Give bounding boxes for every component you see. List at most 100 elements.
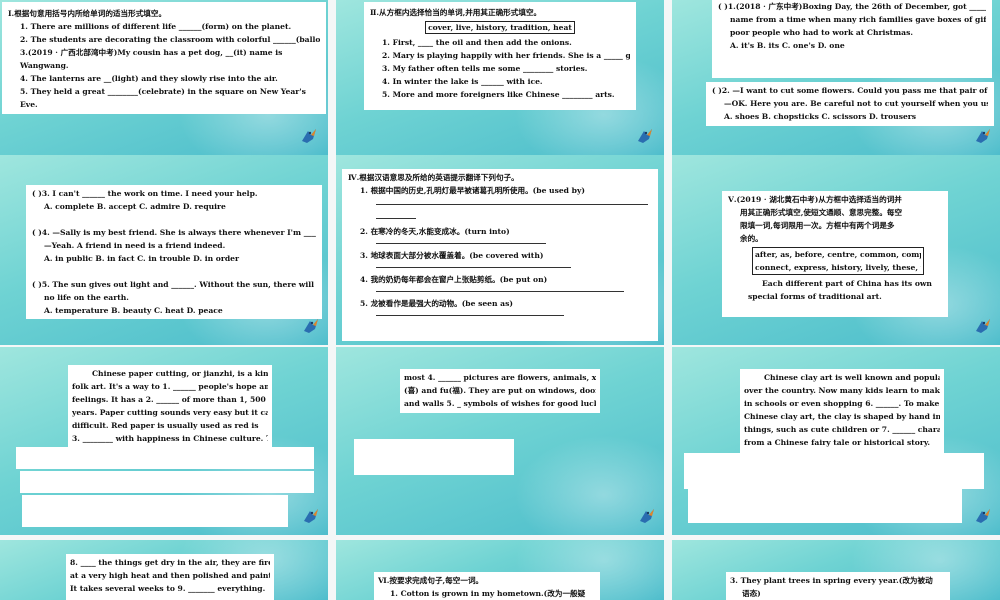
passage-line: special forms of traditional art. [748,292,882,301]
question-line: 3.(2019 · 广西北部湾中考)My cousin has a pet do… [20,48,283,57]
exercise-card: Ⅰ.根据句意用括号内所给单词的适当形式填空。 1. There are mill… [2,2,326,114]
bird-icon [972,315,994,337]
answer-options: A. complete B. accept C. admire D. requi… [44,202,226,211]
slide-7[interactable]: Chinese paper cutting, or jianzhi, is a … [0,347,328,535]
slide-5[interactable]: Ⅳ.根据汉语意思及所给的英语提示翻译下列句子。 1. 根据中国的历史,孔明灯最早… [336,155,664,345]
passage-line: (喜) and fu(福). They are put on windows, … [404,386,596,395]
slide-4[interactable]: ( )3. I can't ______ the work on time. I… [0,155,328,345]
bird-icon [300,505,322,527]
question-line: 1. Cotton is grown in my hometown.(改为一般疑 [390,589,586,598]
blank-area [16,447,314,469]
section-title: Ⅳ.根据汉语意思及所给的英语提示翻译下列句子。 [348,173,519,182]
question-line: —Yeah. A friend in need is a friend inde… [44,241,226,250]
blank-area [688,489,962,523]
word-box-line: after, as, before, centre, common, compl… [755,250,921,259]
question-line: 1. First, ____ the oil and then add the … [382,38,572,47]
blank-area [20,471,314,493]
passage-line: at a very high heat and then polished an… [70,571,270,580]
question-line: 1. 根据中国的历史,孔明灯最早被诸葛孔明所使用。(be used by) [360,186,585,195]
bird-icon [972,125,994,147]
passage-card: Chinese paper cutting, or jianzhi, is a … [68,365,272,449]
question-line: ( )2. —I want to cut some flowers. Could… [712,86,988,95]
exercise-card: ( )2. —I want to cut some flowers. Could… [706,82,994,126]
passage-line: Chinese clay art, the clay is shaped by … [744,412,940,421]
question-line: 2. Mary is playing happily with her frie… [382,51,630,60]
passage-line: Each different part of China has its own [762,279,932,288]
blank-area [684,453,984,489]
slide-10[interactable]: 8. ____ the things get dry in the air, t… [0,540,328,600]
word-box: cover, live, history, tradition, heat [425,21,575,34]
question-line: 4. In winter the lake is ______ with ice… [382,77,543,86]
section-title: Ⅱ.从方框内选择恰当的单词,并用其正确形式填空。 [370,8,542,17]
instruction-line: 余的。 [740,234,763,243]
question-line: ( )3. I can't ______ the work on time. I… [32,189,258,198]
answer-options: A. in public B. in fact C. in trouble D.… [44,254,239,263]
question-line: poor people who had to work at Christmas… [730,28,914,37]
passage-line: things, such as cute children or 7. ____… [744,425,940,434]
question-line: no life on the earth. [44,293,129,302]
passage-card: 8. ____ the things get dry in the air, t… [66,554,274,600]
passage-card: Chinese clay art is well known and popul… [740,369,944,453]
passage-line: It takes several weeks to 9. _______ eve… [70,584,266,593]
blank-area [712,50,992,78]
slide-6[interactable]: Ⅴ.(2019 · 湖北黄石中考)从方框中选择适当的词并 用其正确形式填空,使短… [672,155,1000,345]
slide-1[interactable]: Ⅰ.根据句意用括号内所给单词的适当形式填空。 1. There are mill… [0,0,328,155]
passage-line: over the country. Now many kids learn to… [744,386,940,395]
passage-line: folk art. It's a way to 1. ______ people… [72,382,268,391]
instruction-line: 限填一词,每词限用一次。方框中有两个词是多 [740,221,895,230]
question-line: —OK. Here you are. Be careful not to cut… [724,99,988,108]
slide-grid: Ⅰ.根据句意用括号内所给单词的适当形式填空。 1. There are mill… [0,0,1000,600]
instruction-line: 用其正确形式填空,使短文通顺、意思完整。每空 [740,208,903,217]
question-line: Eve. [20,100,38,109]
question-line: name from a time when many rich families… [730,15,986,24]
blank-area [354,439,514,475]
section-title: Ⅰ.根据句意用括号内所给单词的适当形式填空。 [8,9,167,18]
question-line: ( )4. —Sally is my best friend. She is a… [32,228,316,237]
bird-icon [636,505,658,527]
question-line: ( )1.(2018 · 广东中考)Boxing Day, the 26th o… [718,2,986,11]
word-box-line: connect, express, history, lively, these… [755,263,921,272]
question-line: 4. The lanterns are __(light) and they s… [20,74,278,83]
question-line: 5. 龙被看作是最强大的动物。(be seen as) [360,299,513,308]
passage-line: Chinese paper cutting, or jianzhi, is a … [92,369,268,378]
passage-line: in schools or even shopping 6. ______. T… [744,399,940,408]
passage-line: years. Paper cutting sounds very easy bu… [72,408,268,417]
question-line: 3. They plant trees in spring every year… [730,576,933,585]
question-line: ( )5. The sun gives out light and ______… [32,280,316,289]
bird-icon [972,505,994,527]
slide-12[interactable]: 3. They plant trees in spring every year… [672,540,1000,600]
question-line: 3. 地球表面大部分被水覆盖着。(be covered with) [360,251,544,260]
passage-line: from a Chinese fairy tale or historical … [744,438,930,447]
exercise-card: Ⅵ.按要求完成句子,每空一词。 1. Cotton is grown in my… [374,572,600,600]
blank-area [22,495,288,527]
bird-icon [300,315,322,337]
exercise-card: ( )1.(2018 · 广东中考)Boxing Day, the 26th o… [712,0,992,50]
bird-icon [298,125,320,147]
question-line: 5. More and more foreigners like Chinese… [382,90,615,99]
question-line: 5. They held a great ________(celebrate)… [20,87,306,96]
passage-line: and walls 5. _ symbols of wishes for goo… [404,399,596,408]
exercise-card: Ⅴ.(2019 · 湖北黄石中考)从方框中选择适当的词并 用其正确形式填空,使短… [722,191,948,317]
exercise-card: Ⅳ.根据汉语意思及所给的英语提示翻译下列句子。 1. 根据中国的历史,孔明灯最早… [342,169,658,341]
exercise-card: Ⅱ.从方框内选择恰当的单词,并用其正确形式填空。 cover, live, hi… [364,2,636,110]
slide-8[interactable]: most 4. ______ pictures are flowers, ani… [336,347,664,535]
question-line: 3. My father often tells me some _______… [382,64,588,73]
question-line: 2. 在寒冷的冬天,水能变成冰。(turn into) [360,227,510,236]
section-title: Ⅵ.按要求完成句子,每空一词。 [378,576,484,585]
slide-2[interactable]: Ⅱ.从方框内选择恰当的单词,并用其正确形式填空。 cover, live, hi… [336,0,664,155]
question-line: 2. The students are decorating the class… [20,35,320,44]
question-line: 语态) [742,589,761,598]
answer-options: A. shoes B. chopsticks C. scissors D. tr… [724,112,917,121]
question-line: Wangwang. [20,61,69,70]
question-line: 4. 我的奶奶每年都会在窗户上张贴剪纸。(be put on) [360,275,548,284]
passage-line: 3. ________ with happiness in Chinese cu… [72,434,268,443]
passage-line: difficult. Red paper is usually used as … [72,421,259,430]
passage-line: most 4. ______ pictures are flowers, ani… [404,373,596,382]
section-title: Ⅴ.(2019 · 湖北黄石中考)从方框中选择适当的词并 [728,195,902,204]
passage-card: most 4. ______ pictures are flowers, ani… [400,369,600,413]
answer-options: A. temperature B. beauty C. heat D. peac… [44,306,223,315]
slide-3[interactable]: ( )1.(2018 · 广东中考)Boxing Day, the 26th o… [672,0,1000,155]
slide-11[interactable]: Ⅵ.按要求完成句子,每空一词。 1. Cotton is grown in my… [336,540,664,600]
question-line: 1. There are millions of different life … [20,22,292,31]
slide-9[interactable]: Chinese clay art is well known and popul… [672,347,1000,535]
